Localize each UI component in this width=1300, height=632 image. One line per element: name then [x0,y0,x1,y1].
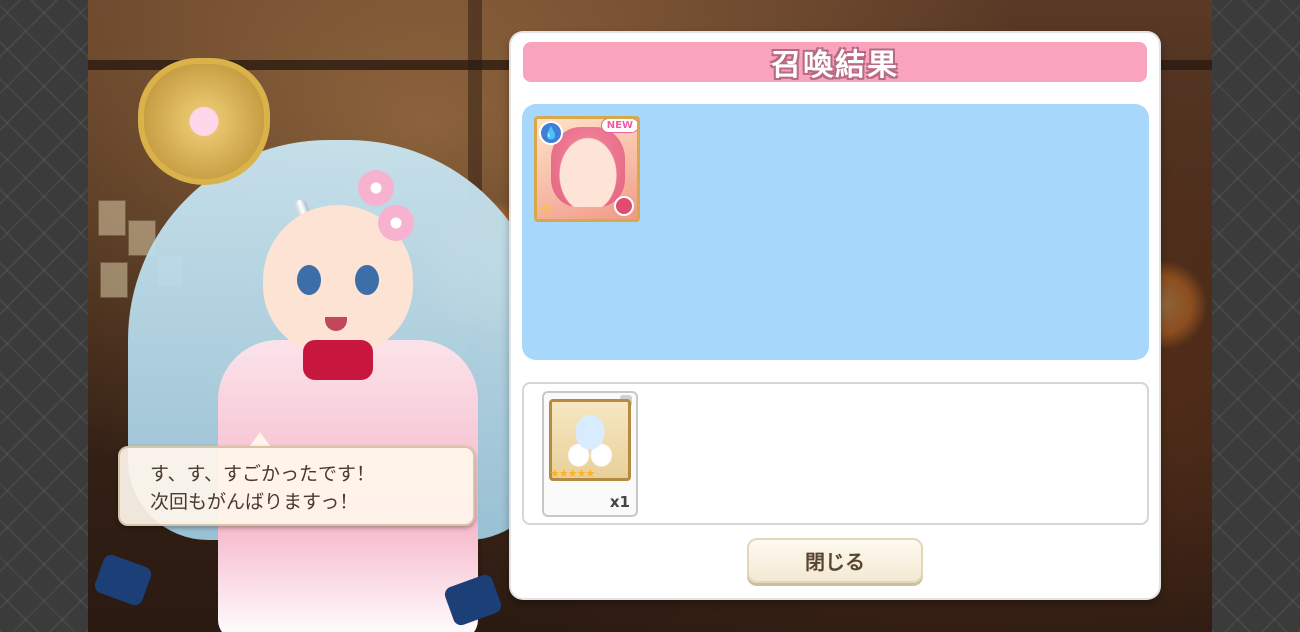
title-bar: 召喚結果 [523,42,1147,83]
speech-line-1: す、す、すごかったです！ [150,463,375,485]
close-button[interactable]: 閉じる [747,538,923,583]
character-eye [297,265,321,295]
character-portrait [551,127,625,207]
shield-icon [614,196,634,216]
obtained-items-area: ★★★★★ x1 [522,382,1149,525]
water-drop-icon: 💧 [539,121,563,145]
hair-flower-icon [358,170,394,206]
summoned-characters-area: 💧 NEW ✿ [522,104,1149,360]
hair-flower-icon [378,205,414,241]
left-margin-pattern [0,0,88,632]
new-badge: NEW [600,119,637,133]
character-card[interactable]: 💧 NEW ✿ [534,116,640,222]
item-rarity-stars: ★★★★★ [550,467,595,480]
golden-key-icon [138,58,270,185]
summon-result-panel: 召喚結果 💧 NEW ✿ ★★★★★ x1 閉じる [511,33,1159,598]
dress-ribbon [92,552,154,608]
speech-bubble: す、す、すごかったです！ 次回もがんばりますっ！ [118,446,475,526]
item-quantity: x1 [609,493,630,511]
right-margin-pattern [1212,0,1300,632]
character-bow [303,340,373,380]
panel-title: 召喚結果 [771,48,899,83]
character-mouth [325,317,347,331]
character-eye [355,265,379,295]
star-icon: ✿ [541,202,552,216]
speech-bubble-tail [250,432,270,446]
item-card[interactable]: ★★★★★ x1 [542,391,638,517]
speech-line-2: 次回もがんばりますっ！ [150,491,359,513]
